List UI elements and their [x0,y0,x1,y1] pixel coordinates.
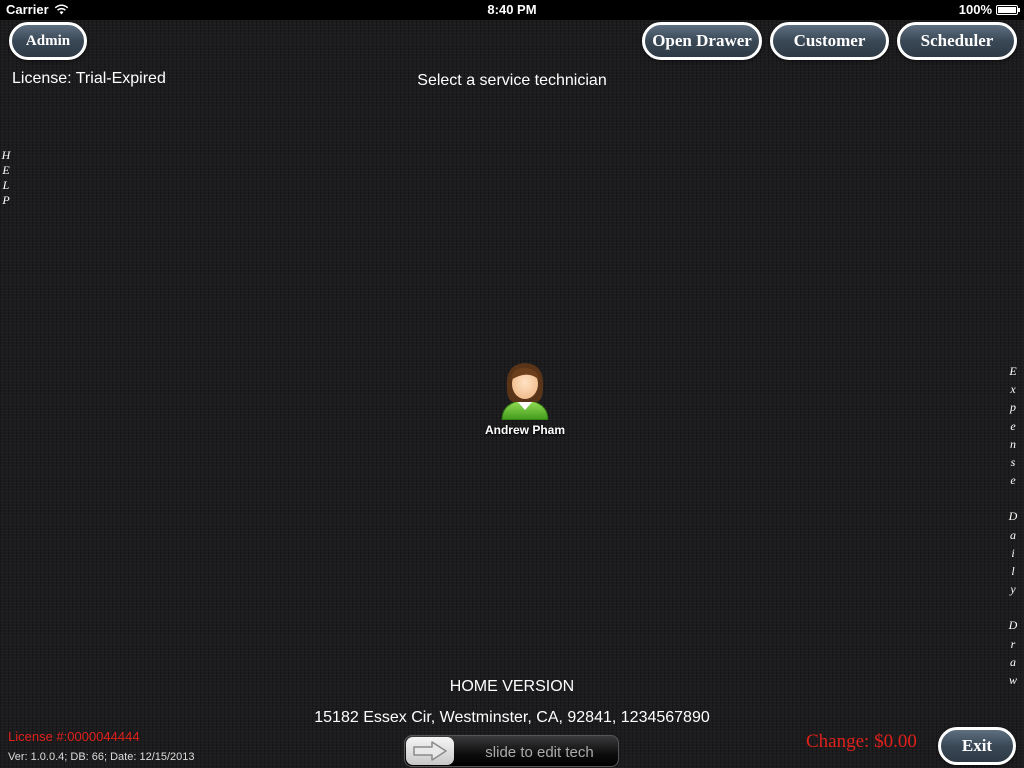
business-address: 15182 Essex Cir, Westminster, CA, 92841,… [314,709,710,726]
scheduler-button[interactable]: Scheduler [897,22,1017,60]
arrow-right-icon [413,741,447,761]
right-side-menu: E x p e n s e D a i l y D r a w [1006,362,1020,689]
technician-name: Andrew Pham [484,423,565,437]
help-tab[interactable]: H E L P [0,148,12,208]
version-info: Ver: 1.0.0.4; DB: 66; Date: 12/15/2013 [8,751,195,763]
battery-icon [996,4,1020,15]
admin-button[interactable]: Admin [9,22,87,60]
daily-draw-tab[interactable]: D a i l y D r a w [1006,507,1020,689]
edition-label: HOME VERSION [449,678,575,695]
page-title: Select a service technician [417,72,607,89]
license-number: License #:0000044444 [8,729,140,744]
clock: 8:40 PM [487,2,537,17]
user-avatar-icon [501,363,549,420]
status-bar: Carrier 8:40 PM 100% [0,0,1024,20]
battery-percent: 100% [958,2,992,17]
change-amount: Change: $0.00 [806,731,917,752]
slider-knob[interactable] [406,737,454,765]
expense-tab[interactable]: E x p e n s e [1006,362,1020,489]
exit-button[interactable]: Exit [938,727,1016,765]
customer-button[interactable]: Customer [770,22,889,60]
open-drawer-button[interactable]: Open Drawer [642,22,762,60]
slider-label: slide to edit tech [485,744,594,761]
battery-indicator: 100% [958,2,1020,17]
technician-item[interactable]: Andrew Pham [475,358,575,437]
slide-to-edit-tech[interactable]: slide to edit tech [404,735,619,767]
